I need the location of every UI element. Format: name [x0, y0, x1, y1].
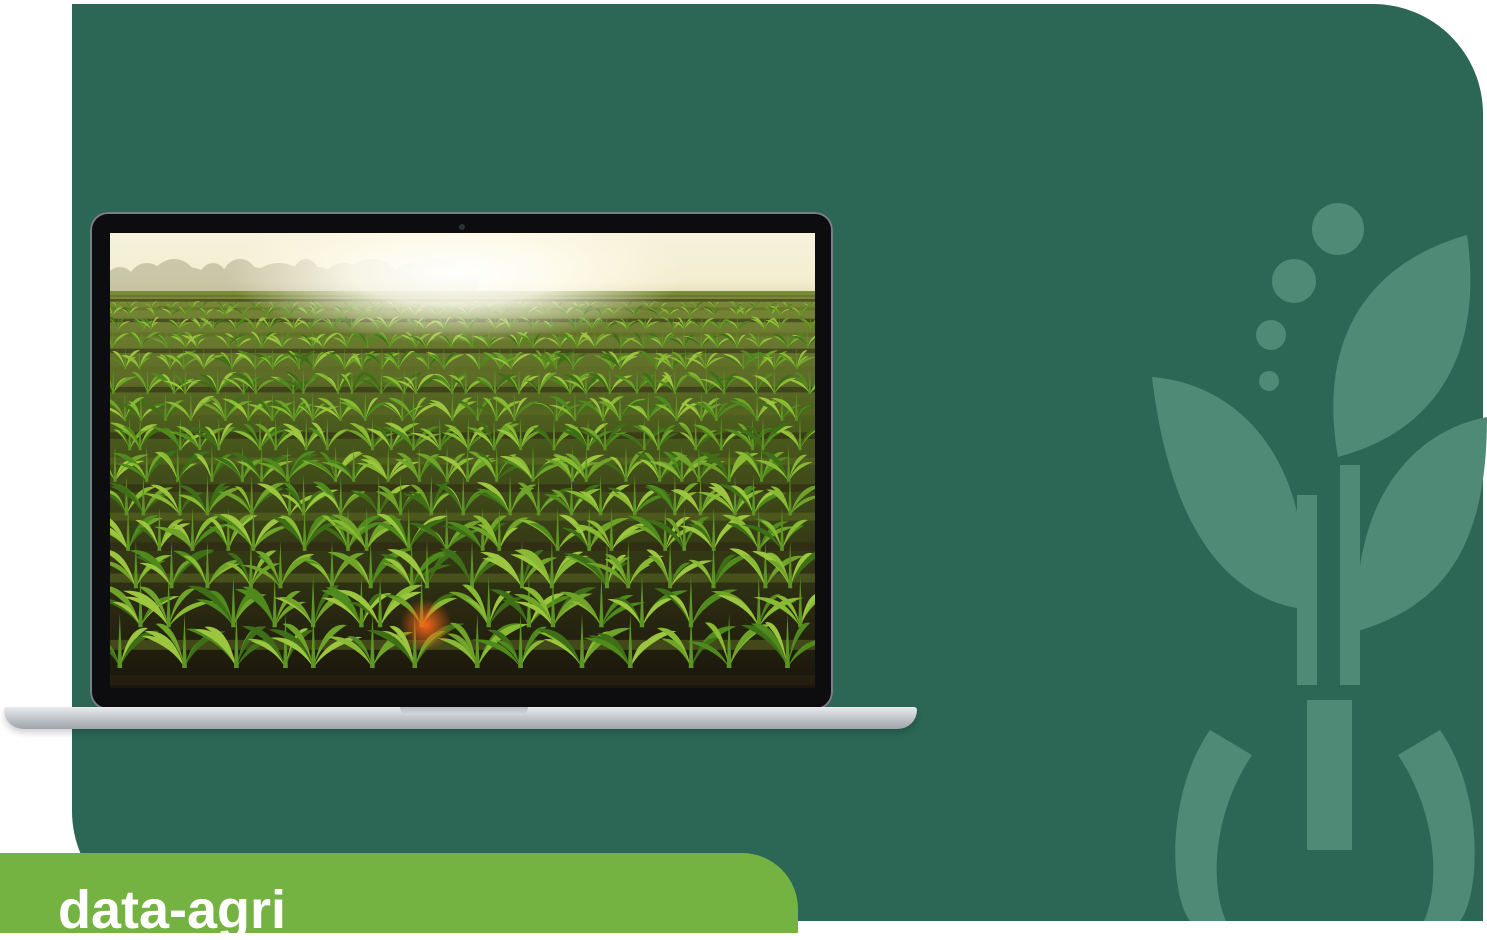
logo-dot-large [1312, 203, 1364, 255]
logo-leaf-right [1357, 417, 1487, 631]
laptop-screen [110, 233, 815, 688]
logo-stem-right [1340, 465, 1360, 685]
plant-sprout-logo-icon [1152, 203, 1487, 921]
laptop-mockup [0, 210, 920, 770]
logo-stem-center [1307, 700, 1352, 850]
camera-icon [459, 224, 465, 230]
corn-field-photo [110, 233, 815, 688]
logo-leaf-top-right [1333, 235, 1471, 457]
logo-stem-left [1297, 495, 1317, 685]
bottom-banner: data-agri [0, 853, 798, 937]
logo-leaf-left [1152, 377, 1305, 609]
bottom-banner-text: data-agri [58, 880, 287, 940]
logo-dot-tiny [1259, 371, 1279, 391]
laptop-opening-notch [400, 707, 528, 715]
logo-dot-small [1256, 320, 1286, 350]
laptop-base [4, 707, 917, 729]
logo-dot-medium [1272, 259, 1316, 303]
